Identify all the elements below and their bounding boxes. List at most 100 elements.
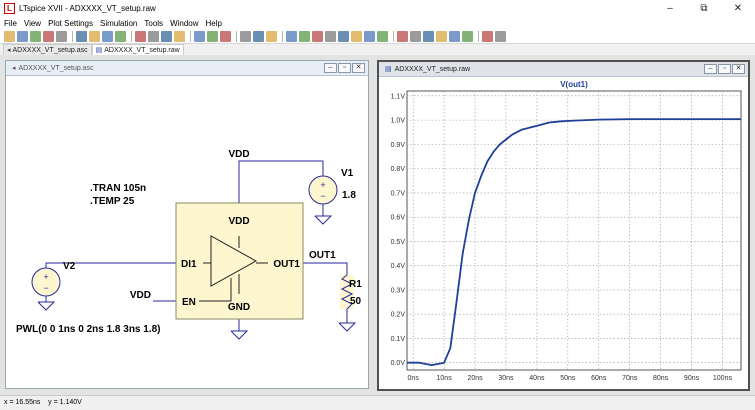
schematic-window-icon: ◂ [12,65,16,72]
y-tick-label: 0.6V [391,215,406,222]
y-tick-label: 0.8V [391,166,406,173]
r1-ground-icon [338,322,357,332]
inductor-icon[interactable] [351,30,362,42]
tab-waveform-label: ADXXXX_VT_setup.raw [104,46,180,54]
close-button[interactable]: ✕ [721,0,755,17]
y-tick-label: 0.1V [391,336,406,343]
menu-tools[interactable]: Tools [144,19,163,28]
schematic-restore-button[interactable]: ▫ [338,63,351,73]
status-bar: x = 16.55ns y = 1.140V [0,395,755,410]
zoom-fit-icon[interactable] [135,30,146,42]
waveform-plot[interactable]: V(out1) 0.0V 0.1V 0.2V 0.3V 0.4V 0.5V 0.6V 0.7V 0… [379,77,748,389]
undo-icon[interactable] [423,30,434,42]
find-icon[interactable] [240,30,251,42]
r1-value: 50 [350,296,362,307]
x-tick-label: 20ns [467,375,483,382]
v1-ground-icon [314,215,333,225]
save-icon[interactable] [30,30,41,42]
v2-ground-icon [37,301,56,311]
toolbar-separator [131,30,132,42]
tile-horizontal-icon[interactable] [161,30,172,42]
directive-temp[interactable]: .TEMP 25 [90,196,135,207]
menu-simulation[interactable]: Simulation [100,19,137,28]
ic-pin-out1: OUT1 [273,259,300,270]
menu-window[interactable]: Window [170,19,198,28]
tab-waveform[interactable]: ▤ ADXXXX_VT_setup.raw [91,44,184,55]
waveform-tab-icon: ▤ [95,47,103,54]
maximize-button[interactable]: ⧉ [687,0,721,17]
schematic-canvas[interactable]: VDD DI1 EN OUT1 GND VDD VDD OUT1 .TRAN 1… [6,76,368,388]
waveform-close-button[interactable]: ✕ [732,64,745,74]
print-preview-icon[interactable] [266,30,277,42]
y-tick-label: 1.1V [391,93,406,100]
x-tick-label: 30ns [498,375,514,382]
minimize-button[interactable]: – [653,0,687,17]
v1-name: V1 [341,168,354,179]
v1-source[interactable]: + − [308,175,338,205]
waveform-restore-button[interactable]: ▫ [718,64,731,74]
paste-icon[interactable] [220,30,231,42]
zoom-in-icon[interactable] [89,30,100,42]
waveform-minimize-button[interactable]: – [704,64,717,74]
x-tick-label: 100ns [713,375,733,382]
net-label-out1: OUT1 [309,250,336,261]
trace-label: V(out1) [560,80,588,89]
schematic-window-titlebar: ◂ ADXXXX_VT_setup.asc – ▫ ✕ [6,61,368,76]
copy-icon[interactable] [207,30,218,42]
print-icon[interactable] [253,30,264,42]
tile-vertical-icon[interactable] [148,30,159,42]
resistor-icon[interactable] [325,30,336,42]
open-icon[interactable] [17,30,28,42]
tab-schematic[interactable]: ◂ ADXXXX_VT_setup.asc [3,44,92,55]
pencil-icon[interactable] [286,30,297,42]
menu-help[interactable]: Help [206,19,222,28]
y-tick-label: 0.9V [391,142,406,149]
toolbar-separator [478,30,479,42]
v2-source[interactable]: + − [31,267,61,297]
menu-view[interactable]: View [24,19,41,28]
label-icon[interactable] [312,30,323,42]
diode-icon[interactable] [364,30,375,42]
y-tick-label: 0.3V [391,287,406,294]
drag-icon[interactable] [410,30,421,42]
waveform-window-title: ADXXXX_VT_setup.raw [394,65,471,73]
mdi-workspace: ◂ ADXXXX_VT_setup.asc – ▫ ✕ VDD DI1 EN O… [0,55,755,395]
y-tick-label: 0.0V [391,360,406,367]
schematic-minimize-button[interactable]: – [324,63,337,73]
menu-plot-settings[interactable]: Plot Settings [48,19,93,28]
ic-pin-gnd: GND [228,302,250,313]
schematic-window: ◂ ADXXXX_VT_setup.asc – ▫ ✕ VDD DI1 EN O… [5,60,369,389]
rotate-icon[interactable] [449,30,460,42]
zoom-out-icon[interactable] [115,30,126,42]
toolbar-separator [282,30,283,42]
v2-value: PWL(0 0 1ns 0 2ns 1.8 3ns 1.8) [16,324,161,335]
control-panel-icon[interactable] [43,30,54,42]
schematic-tab-icon: ◂ [7,47,11,54]
redo-icon[interactable] [436,30,447,42]
cascade-icon[interactable] [174,30,185,42]
component-icon[interactable] [377,30,388,42]
directive-tran[interactable]: .TRAN 105n [90,183,146,194]
x-tick-label: 10ns [437,375,453,382]
spice-directive-icon[interactable] [495,30,506,42]
ground-icon[interactable] [299,30,310,42]
status-y: y = 1.140V [48,399,82,406]
cut-icon[interactable] [194,30,205,42]
v2-minus-icon: − [43,283,48,293]
move-icon[interactable] [397,30,408,42]
mirror-icon[interactable] [462,30,473,42]
wire-out-r1 [303,262,348,275]
run-icon[interactable] [56,30,67,42]
pan-icon[interactable] [102,30,113,42]
y-tick-label: 0.2V [391,312,406,319]
capacitor-icon[interactable] [338,30,349,42]
new-icon[interactable] [4,30,15,42]
x-tick-label: 90ns [684,375,700,382]
window-controls: – ⧉ ✕ [653,0,755,17]
net-label-vdd-top: VDD [228,149,249,160]
text-icon[interactable] [482,30,493,42]
halt-icon[interactable] [76,30,87,42]
schematic-close-button[interactable]: ✕ [352,63,365,73]
menu-file[interactable]: File [4,19,17,28]
toolbar-separator [72,30,73,42]
